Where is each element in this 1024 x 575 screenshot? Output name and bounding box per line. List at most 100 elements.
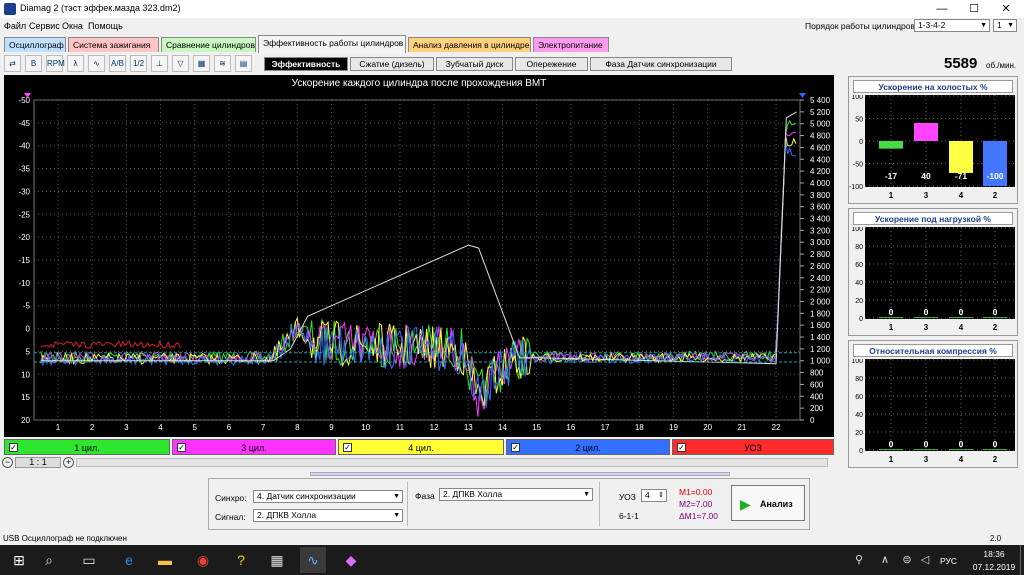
panel-y-tick: 60 <box>855 262 863 269</box>
window-title: Diamag 2 (тэст эффек.мазда 323.dm2) <box>20 3 181 13</box>
lambda-icon[interactable]: λ <box>67 55 84 72</box>
divider <box>407 482 408 526</box>
panel-y-tick: 60 <box>855 394 863 401</box>
channel-1[interactable]: ✓ 1 цил. <box>4 439 170 455</box>
panel-2: Ускорение под нагрузкой % 100 80 60 40 20 0 1 0 3… <box>848 208 1018 336</box>
location-app-icon[interactable]: ◆ <box>338 547 364 573</box>
panel-plot-area <box>865 359 1015 451</box>
cylinder-icon[interactable]: ▦ <box>193 55 210 72</box>
signal-select[interactable]: 2. ДПКВ Холла ▼ <box>253 509 403 522</box>
language-indicator[interactable]: РУС <box>940 556 957 566</box>
splitter-handle[interactable] <box>310 472 730 476</box>
channel-3[interactable]: ✓ 4 цил. <box>338 439 504 455</box>
tab-4[interactable]: Эффективность работы цилиндров <box>258 35 406 53</box>
chevron-down-icon: ▼ <box>980 22 987 29</box>
panel-value: -71 <box>955 171 968 181</box>
chrome-icon[interactable]: ◉ <box>190 547 216 573</box>
y2-tick-label: 3 200 <box>810 226 831 235</box>
tab-2[interactable]: Система зажигания <box>68 37 159 52</box>
zoom-in-icon[interactable]: + <box>63 457 74 468</box>
connect-icon[interactable]: ⊥ <box>151 55 168 72</box>
graph-icon[interactable]: ∿ <box>88 55 105 72</box>
menu-help[interactable]: Помощь <box>88 21 123 31</box>
sync-value: 4. Датчик синхронизации <box>257 491 356 501</box>
diamag-app-icon[interactable]: ∿ <box>300 547 326 573</box>
y2-tick-label: 3 400 <box>810 215 831 224</box>
subtab-2[interactable]: Сжатие (дизель) <box>350 57 434 71</box>
subtab-3[interactable]: Зубчатый диск <box>436 57 513 71</box>
channel-label: УОЗ <box>744 443 762 453</box>
channel-2[interactable]: ✓ 3 цил. <box>172 439 336 455</box>
menu-windows[interactable]: Окна <box>62 21 83 31</box>
filter-icon[interactable]: ▽ <box>172 55 189 72</box>
menu-file[interactable]: Файл <box>4 21 26 31</box>
tab-5[interactable]: Анализ давления в цилиндре <box>408 37 531 52</box>
panel-x-label: 1 <box>889 191 894 200</box>
task-view-icon[interactable]: ▭ <box>76 547 102 573</box>
analysis-controls: Синхро: 4. Датчик синхронизации ▼ Сигнал:… <box>208 478 810 530</box>
y-tick-label: 15 <box>21 393 30 402</box>
subtab-5[interactable]: Фаза Датчик синхронизации <box>590 57 732 71</box>
tab-6[interactable]: Электропитание <box>533 37 609 52</box>
minimize-icon[interactable]: — <box>926 0 958 18</box>
toolbar: ⇄ B RPM λ ∿ A/B 1/2 ⊥ ▽ ▦ ≋ ▤ <box>0 55 260 73</box>
x-tick-label: 7 <box>261 423 266 432</box>
y2-tick-label: 5 200 <box>810 108 831 117</box>
cursor-marker-right[interactable] <box>799 93 806 98</box>
channel-5[interactable]: ✓ УОЗ <box>672 439 834 455</box>
subtab-1[interactable]: Эффективность <box>264 57 348 71</box>
panel-1: Ускорение на холостых % 100 50 0 -50 -100 1 -17… <box>848 76 1018 204</box>
panel-y-tick: 100 <box>851 359 863 365</box>
acceleration-chart[interactable]: Ускорение каждого цилиндра после прохожд… <box>4 75 834 437</box>
volume-icon[interactable]: ◁ <box>912 547 938 573</box>
uoz-stepper[interactable]: 4 ⇕ <box>641 489 667 502</box>
block-icon[interactable]: ▤ <box>235 55 252 72</box>
channel-4[interactable]: ✓ 2 цил. <box>506 439 670 455</box>
sync-select[interactable]: 4. Датчик синхронизации ▼ <box>253 490 403 503</box>
analyze-button[interactable]: ▶ Анализ <box>731 485 805 521</box>
y2-tick-label: 2 400 <box>810 274 831 283</box>
search-icon[interactable]: ⌕ <box>36 547 62 573</box>
y2-tick-label: 3 000 <box>810 238 831 247</box>
x-tick-label: 1 <box>56 423 61 432</box>
y-tick-label: -35 <box>18 165 30 174</box>
people-icon[interactable]: ⚲ <box>846 547 872 573</box>
horizontal-scrollbar[interactable] <box>76 458 828 467</box>
tab-3[interactable]: Сравнение цилиндров <box>161 37 256 52</box>
close-icon[interactable]: ✕ <box>990 0 1022 18</box>
cursor-icon[interactable]: ⇄ <box>4 55 21 72</box>
panel-title: Ускорение на холостых % <box>853 80 1013 93</box>
panel-bar <box>949 449 973 450</box>
media-app-icon[interactable]: ▦ <box>264 547 290 573</box>
file-explorer-icon[interactable]: ▬ <box>152 547 178 573</box>
zoom-out-icon[interactable]: − <box>2 457 13 468</box>
abc-icon[interactable]: A/B <box>109 55 126 72</box>
channel-label: 4 цил. <box>408 443 434 453</box>
m1-readout: M1=0.00 <box>679 487 713 497</box>
phase-select[interactable]: 2. ДПКВ Холла ▼ <box>439 488 593 501</box>
x-tick-label: 15 <box>532 423 541 432</box>
y2-tick-label: 4 600 <box>810 143 831 152</box>
subtab-4[interactable]: Опережение <box>515 57 588 71</box>
wave-icon[interactable]: ≋ <box>214 55 231 72</box>
spinner-icon[interactable]: ⇕ <box>658 490 664 501</box>
abs-icon[interactable]: 1/2 <box>130 55 147 72</box>
show-desktop-button[interactable] <box>1020 545 1024 575</box>
y-tick-label: -5 <box>23 302 31 311</box>
maximize-icon[interactable]: ☐ <box>958 0 990 18</box>
bold-b-icon[interactable]: B <box>25 55 42 72</box>
cyl-num-select[interactable]: 1 ▼ <box>993 19 1017 32</box>
y-tick-label: -20 <box>18 233 30 242</box>
panel-value: -100 <box>986 171 1003 181</box>
cyl-order-select[interactable]: 1-3-4-2 ▼ <box>914 19 990 32</box>
help-app-icon[interactable]: ? <box>228 547 254 573</box>
tab-1[interactable]: Осциллограф <box>4 37 66 52</box>
panel-x-label: 2 <box>993 191 998 200</box>
panel-bar <box>949 141 973 173</box>
panel-x-label: 2 <box>993 455 998 464</box>
windows-start-icon[interactable]: ⊞ <box>6 547 32 573</box>
edge-browser-icon[interactable]: e <box>116 547 142 573</box>
menu-service[interactable]: Сервис <box>29 21 60 31</box>
y2-tick-label: 2 000 <box>810 297 831 306</box>
rpm-icon[interactable]: RPM <box>46 55 65 72</box>
